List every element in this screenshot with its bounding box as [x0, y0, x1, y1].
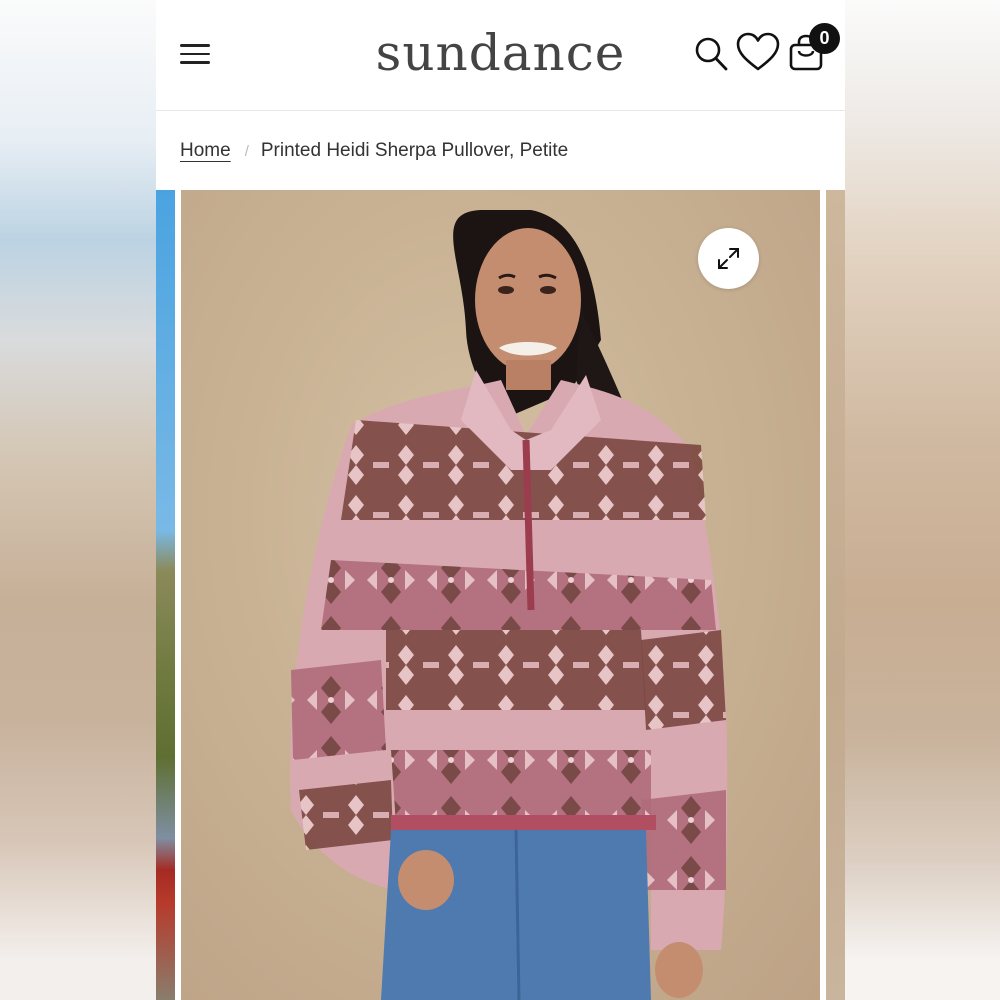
heart-icon[interactable]: [736, 32, 780, 72]
cart-count-badge: 0: [809, 23, 840, 54]
breadcrumb-current: Printed Heidi Sherpa Pullover, Petite: [260, 140, 569, 161]
product-image-gallery[interactable]: [156, 190, 845, 1000]
expand-arrows-icon: [718, 248, 739, 269]
breadcrumb: Home / Printed Heidi Sherpa Pullover, Peti…: [180, 140, 568, 162]
model-photo-illustration: [290, 210, 728, 1000]
blurred-backdrop-left: [0, 0, 156, 1000]
previous-slide-image[interactable]: [156, 190, 175, 1000]
expand-image-button[interactable]: [698, 228, 759, 289]
site-header: sundance 0: [156, 0, 845, 111]
mobile-screen: sundance 0 Home / Printed Heidi Sherpa Pul…: [156, 0, 845, 1000]
search-icon[interactable]: [694, 36, 728, 72]
breadcrumb-separator: /: [244, 143, 249, 160]
product-image[interactable]: [181, 190, 820, 1000]
next-slide-image[interactable]: [826, 190, 845, 1000]
blurred-backdrop-right: [844, 0, 1000, 1000]
breadcrumb-home-link[interactable]: Home: [180, 140, 231, 161]
